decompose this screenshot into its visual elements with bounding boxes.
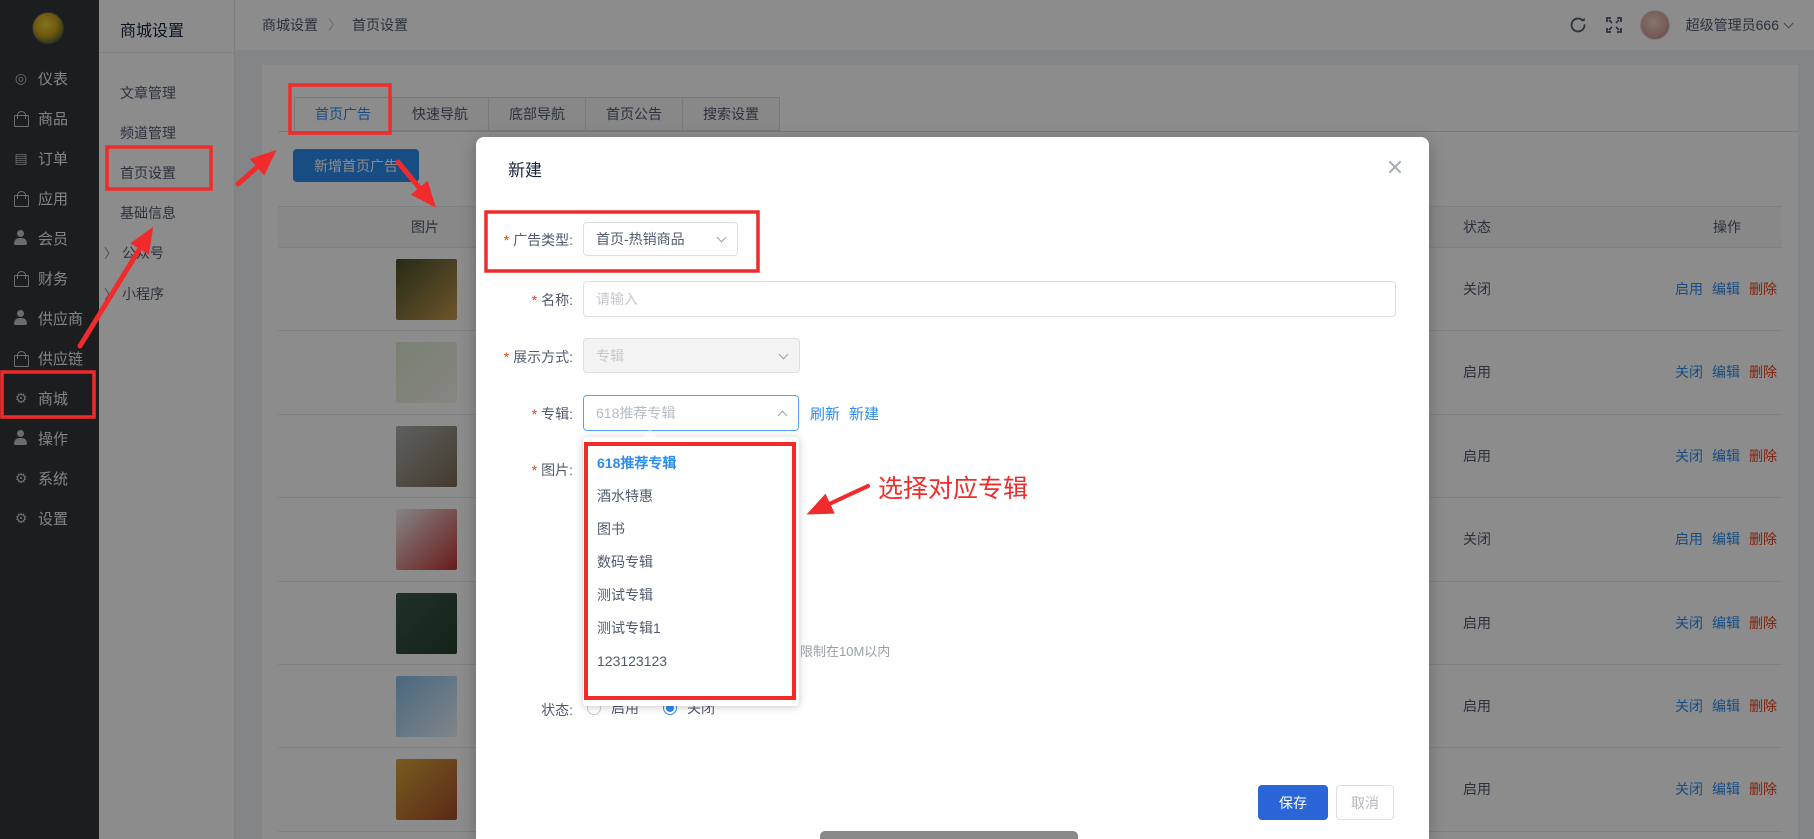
display-mode-label: 展示方式 — [476, 347, 573, 367]
ad-type-value: 首页-热销商品 — [596, 229, 718, 249]
album-option[interactable]: 测试专辑 — [583, 579, 799, 612]
image-size-hint: 限制在10M以内 — [800, 641, 890, 660]
album-value: 618推荐专辑 — [596, 403, 779, 423]
cancel-button[interactable]: 取消 — [1336, 785, 1394, 820]
chevron-up-icon — [778, 410, 788, 420]
dropdown-notch — [643, 430, 657, 444]
album-dropdown: 618推荐专辑酒水特惠图书数码专辑测试专辑测试专辑1123123123 — [583, 437, 799, 706]
album-option[interactable]: 图书 — [583, 513, 799, 546]
screen: ◎仪表商品▤订单应用会员财务供应商供应链⚙商城操作⚙系统⚙设置 商城设置 文章管… — [0, 0, 1814, 839]
ad-type-label: 广告类型 — [476, 230, 573, 250]
chevron-down-icon — [717, 233, 727, 243]
refresh-album-link[interactable]: 刷新 — [810, 403, 840, 424]
chevron-down-icon — [779, 349, 789, 359]
name-label: 名称 — [476, 290, 573, 310]
new-album-link[interactable]: 新建 — [849, 403, 879, 424]
save-button[interactable]: 保存 — [1258, 785, 1328, 820]
album-option[interactable]: 数码专辑 — [583, 546, 799, 579]
modal-title: 新建 — [508, 156, 542, 181]
display-mode-value: 专辑 — [596, 346, 780, 366]
name-input[interactable] — [583, 281, 1396, 317]
album-dropdown-list: 618推荐专辑酒水特惠图书数码专辑测试专辑测试专辑1123123123 — [583, 447, 799, 678]
status-label: 状态 — [476, 700, 573, 720]
image-label: 图片 — [476, 460, 573, 480]
album-select[interactable]: 618推荐专辑 — [583, 395, 799, 431]
scrollbar-thumb[interactable] — [820, 831, 1078, 839]
ad-type-select[interactable]: 首页-热销商品 — [583, 222, 738, 256]
album-option[interactable]: 123123123 — [583, 645, 799, 678]
album-option[interactable]: 618推荐专辑 — [583, 447, 799, 480]
new-ad-modal: 新建 广告类型 首页-热销商品 名称 展示方式 专辑 专辑 618推荐专辑 刷新… — [476, 137, 1429, 839]
album-label: 专辑 — [476, 404, 573, 424]
display-mode-select[interactable]: 专辑 — [583, 338, 800, 373]
close-icon[interactable] — [1387, 159, 1403, 175]
album-option[interactable]: 测试专辑1 — [583, 612, 799, 645]
album-option[interactable]: 酒水特惠 — [583, 480, 799, 513]
